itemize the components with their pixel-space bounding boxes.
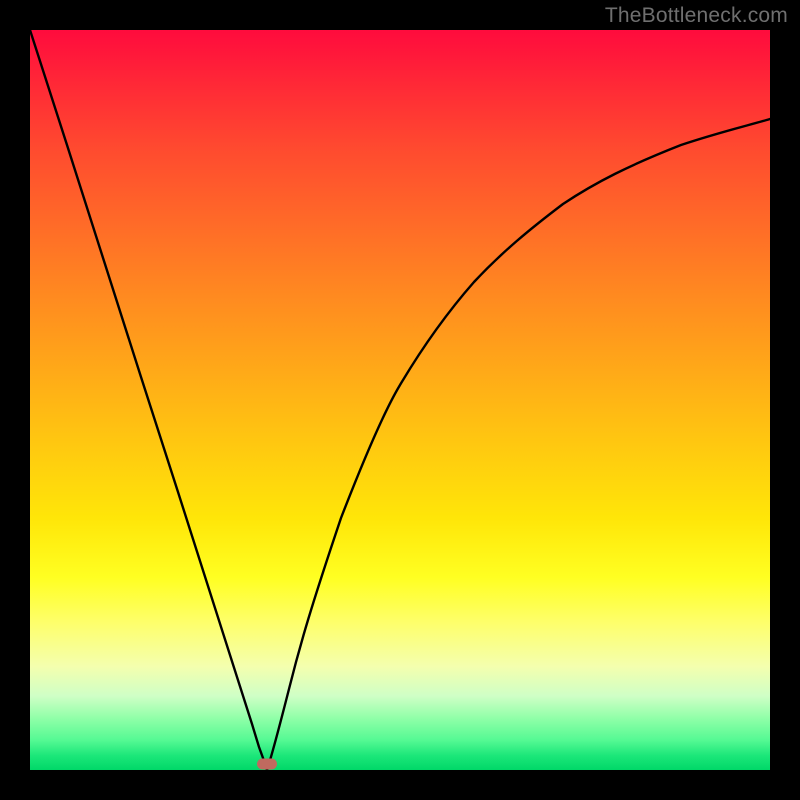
curve-left-branch bbox=[30, 30, 267, 770]
curve-layer bbox=[30, 30, 770, 770]
plot-area bbox=[30, 30, 770, 770]
curve-right-branch bbox=[267, 119, 770, 770]
chart-frame: TheBottleneck.com bbox=[0, 0, 800, 800]
minimum-marker bbox=[257, 759, 277, 770]
watermark-text: TheBottleneck.com bbox=[605, 4, 788, 28]
